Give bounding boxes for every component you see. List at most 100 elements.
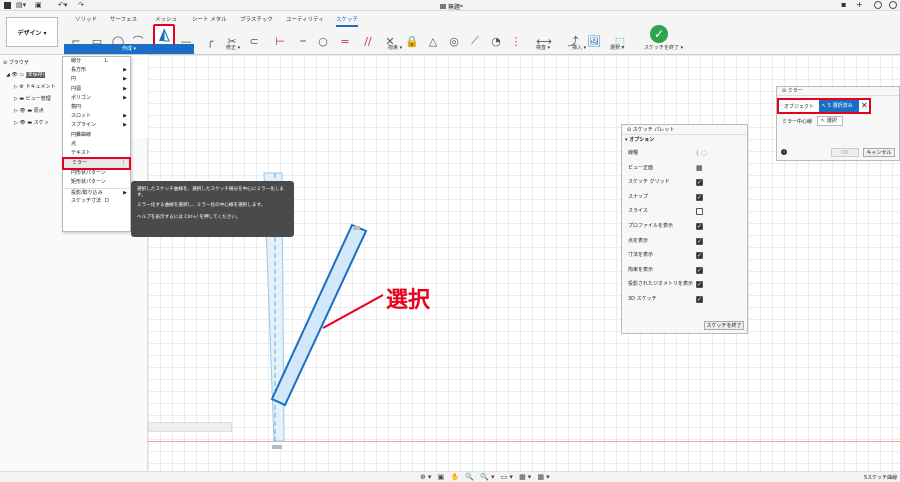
horizontal-constraint-icon[interactable]: ⎯ xyxy=(295,33,311,49)
tangent-icon[interactable]: ◔ xyxy=(488,33,504,49)
snap-checkbox[interactable]: ✓ xyxy=(696,193,703,201)
slice-checkbox[interactable] xyxy=(696,208,703,216)
online-status-icon[interactable] xyxy=(874,1,882,9)
fillet-icon[interactable]: ╭ xyxy=(202,33,218,49)
concentric-icon[interactable]: ◎ xyxy=(446,33,462,49)
tab-solid[interactable]: ソリッド xyxy=(75,15,97,23)
tab-utility[interactable]: ユーティリティ xyxy=(286,15,324,23)
mirror-tool-icon[interactable] xyxy=(153,24,175,46)
tooltip-instruction: ミラー化する曲線を選択し、ミラー化の中心線を選択します。 xyxy=(137,203,266,208)
mirror-dialog: ⊝ ミラー オブジェクト ↖ 5 選択済み ✕ ミラー中心線 ↖ 選択 i OK… xyxy=(776,86,900,161)
insert-group-label[interactable]: 挿入 ▾ xyxy=(572,44,586,51)
menu-item-spline[interactable]: スプライン ▶ xyxy=(63,121,130,130)
mirror-tooltip: 選択したスケッチ曲線を、選択したスケッチ線分を中心にミラー化します。 ミラー化す… xyxy=(131,181,294,237)
finish-sketch-button[interactable]: スケッチを終了 xyxy=(704,321,744,330)
palette-row-show-projected: 投影されたジオメトリを表示 ✓ xyxy=(628,281,703,289)
menu-item-polygon[interactable]: ポリゴン ▶ xyxy=(63,94,130,103)
tooltip-description: 選択したスケッチ曲線を、選択したスケッチ線分を中心にミラー化します。 xyxy=(137,187,285,198)
mirror-dialog-header[interactable]: ⊝ ミラー xyxy=(777,87,899,96)
3d-sketch-checkbox[interactable]: ✓ xyxy=(696,295,703,303)
palette-row-show-dimensions: 寸法を表示 ✓ xyxy=(628,252,703,260)
sketch-palette-header[interactable]: ⊝ スケッチ パレット xyxy=(622,125,747,135)
parallel-icon[interactable]: // xyxy=(360,33,376,49)
tab-surface[interactable]: サーフェス xyxy=(110,15,137,23)
mirror-line-select[interactable]: ↖ 選択 xyxy=(817,116,843,126)
document-icon xyxy=(440,4,446,9)
clear-selection-icon[interactable]: ✕ xyxy=(861,101,868,111)
tab-sheet-metal[interactable]: シート メタル xyxy=(192,15,227,23)
object-selection-row[interactable]: オブジェクト ↖ 5 選択済み ✕ xyxy=(777,98,871,114)
menu-item-circle[interactable]: 円 ▶ xyxy=(63,75,130,84)
object-selected-chip[interactable]: ↖ 5 選択済み xyxy=(819,100,859,112)
sketch-palette: ⊝ スケッチ パレット ▾ オプション 線種 ⟨ ◌ ビュー正面 ▦ スケッチ グリ… xyxy=(621,124,748,334)
show-projected-checkbox[interactable]: ✓ xyxy=(696,281,703,289)
fix-icon[interactable]: 🔒 xyxy=(404,33,420,49)
browser-root[interactable]: ◢ 👁 ▭ (未保存) xyxy=(6,71,45,78)
offset-icon[interactable]: ⊂ xyxy=(246,33,262,49)
show-points-checkbox[interactable]: ✓ xyxy=(696,237,703,245)
menu-item-ellipse[interactable]: 楕円 xyxy=(63,103,130,112)
time-icon[interactable] xyxy=(889,1,897,9)
toolbar-ribbon: デザイン ▾ ソリッド サーフェス メッシュ シート メタル プラスチック ユー… xyxy=(0,11,900,55)
options-section[interactable]: ▾ オプション xyxy=(622,135,747,146)
menu-item-conic[interactable]: 円錐曲線 xyxy=(63,131,130,140)
constraints-group-label[interactable]: 拘束 ▾ xyxy=(388,44,402,51)
cancel-button[interactable]: キャンセル xyxy=(863,148,895,157)
navigation-toolbar[interactable]: ⊕▾ ▣ ✋ 🔍 🔍▾ ▭▾ ▦▾ ▦▾ xyxy=(420,473,552,481)
browser-item-documents[interactable]: ▷ ⚙ ドキュメント xyxy=(14,83,56,90)
menu-item-point[interactable]: 点 xyxy=(63,140,130,149)
more-icon[interactable]: ▪ xyxy=(841,0,846,9)
midpoint-icon[interactable]: △ xyxy=(425,33,441,49)
menu-item-project-include[interactable]: 投影/取り込み ▶ xyxy=(63,187,130,197)
linetype-icon[interactable]: ⟨ ◌ xyxy=(696,146,707,161)
new-tab-icon[interactable]: + xyxy=(856,0,863,9)
palette-row-snap: スナップ ✓ xyxy=(628,193,703,201)
coincident-icon[interactable]: ○ xyxy=(315,33,331,49)
show-dimensions-checkbox[interactable]: ✓ xyxy=(696,252,703,260)
show-constraints-checkbox[interactable]: ✓ xyxy=(696,266,703,274)
info-icon[interactable]: i xyxy=(781,149,787,155)
browser-header[interactable]: ⊖ ブラウザ xyxy=(3,59,29,66)
menu-item-rectangle[interactable]: 長方形 ▶ xyxy=(63,66,130,75)
menu-item-arc[interactable]: 円弧 ▶ xyxy=(63,85,130,94)
finish-sketch-icon[interactable]: ✓ xyxy=(650,25,668,43)
modify-group-label[interactable]: 修正 ▾ xyxy=(226,44,240,51)
tab-sketch[interactable]: スケッチ xyxy=(336,15,359,27)
origin-marker xyxy=(272,445,282,449)
selected-shape[interactable] xyxy=(270,223,368,407)
look-at-icon[interactable]: ▦ xyxy=(696,161,703,176)
file-icon[interactable]: ▤▾ xyxy=(16,1,26,9)
menu-item-mirror[interactable]: ミラー ⋮ xyxy=(62,157,131,171)
app-grid-icon[interactable] xyxy=(4,2,11,9)
equal-icon[interactable]: = xyxy=(337,33,353,49)
menu-item-line[interactable]: 線分 L xyxy=(63,57,130,66)
ok-button[interactable]: OK xyxy=(831,148,859,157)
redo-icon[interactable]: ↷ xyxy=(78,1,84,9)
finish-sketch-group-label[interactable]: スケッチを終了 ▾ xyxy=(644,44,683,51)
menu-item-rectangular-pattern[interactable]: 矩形状パターン xyxy=(63,178,130,187)
create-group-label[interactable]: 作成 ▾ xyxy=(64,44,194,54)
symmetry-icon[interactable]: ⋮ xyxy=(508,33,524,49)
browser-item-views[interactable]: ▷ ▬ ビュー管理 xyxy=(14,95,51,102)
browser-item-origin[interactable]: ▷ 👁 ▬ 原点 xyxy=(14,107,44,114)
tab-mesh[interactable]: メッシュ xyxy=(155,15,177,23)
dimension-icon[interactable]: ⊢ xyxy=(272,33,288,49)
menu-item-text[interactable]: テキスト xyxy=(63,149,130,158)
show-profile-checkbox[interactable]: ✓ xyxy=(696,222,703,230)
tooltip-help: ヘルプを表示するには Ctrl+/ を押してください。 xyxy=(137,215,241,220)
menu-item-sketch-dimension[interactable]: スケッチ寸法 D xyxy=(63,197,130,206)
collinear-icon[interactable]: ⟋ xyxy=(467,33,483,49)
insert-image-icon[interactable]: 🖼 xyxy=(586,33,602,49)
browser-item-sketches[interactable]: ▷ 👁 ▬ スケッ xyxy=(14,119,49,126)
select-group-label[interactable]: 選択 ▾ xyxy=(610,44,624,51)
workspace-button[interactable]: デザイン ▾ xyxy=(6,17,58,47)
inspect-group-label[interactable]: 検査 ▾ xyxy=(536,44,550,51)
tab-plastic[interactable]: プラスチック xyxy=(240,15,273,23)
annotation-label: 選択 xyxy=(386,288,431,313)
grid-checkbox[interactable]: ✓ xyxy=(696,179,703,187)
save-icon[interactable]: ▣ xyxy=(35,1,42,9)
menu-item-circular-pattern[interactable]: 円形状パターン xyxy=(63,169,130,178)
status-bar: ⊕▾ ▣ ✋ 🔍 🔍▾ ▭▾ ▦▾ ▦▾ 5スケッチ曲線 xyxy=(0,471,900,482)
menu-item-slot[interactable]: スロット ▶ xyxy=(63,112,130,121)
undo-icon[interactable]: ↶▾ xyxy=(58,1,67,9)
